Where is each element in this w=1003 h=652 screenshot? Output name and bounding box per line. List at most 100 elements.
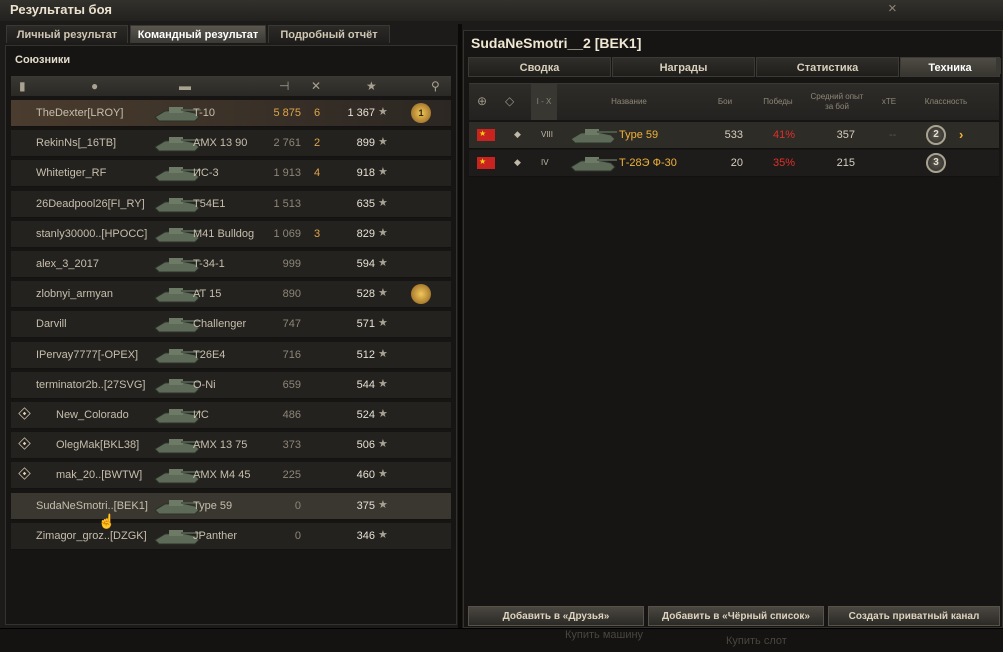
ally-row[interactable]: Zimagor_groz..[DZGK] JPanther 0 346 ★: [11, 522, 451, 550]
star-icon: ★: [378, 106, 388, 118]
player-name: 26Deadpool26[FI_RY]: [36, 197, 145, 210]
player-title: SudaNeSmotri__2 [BEK1]: [471, 35, 642, 51]
player-name: OlegMak[BKL38]: [56, 439, 140, 452]
platoon-icon: [18, 407, 31, 420]
damage-value: 0: [294, 499, 301, 512]
scrollbar[interactable]: [996, 58, 1001, 74]
nation-col-icon[interactable]: ⊕: [477, 94, 487, 108]
vehicle-name: T54E1: [193, 197, 226, 210]
tab-vehicles[interactable]: Техника: [900, 57, 1000, 77]
damage-value: 2 761: [273, 137, 301, 150]
tab-detailed-report[interactable]: Подробный отчёт: [268, 25, 390, 43]
frags-value: 2: [314, 137, 321, 150]
medal-icon[interactable]: [411, 284, 431, 305]
close-icon[interactable]: ×: [888, 0, 897, 17]
ally-row[interactable]: Darvill Challenger 747 571 ★: [11, 311, 451, 339]
ally-row[interactable]: New_Colorado ИС 486 524 ★: [11, 402, 451, 429]
tab-statistics[interactable]: Статистика: [756, 57, 899, 77]
player-name: Whitetiger_RF: [36, 167, 107, 180]
player-name: alex_3_2017: [36, 258, 100, 270]
player-info-panel: SudaNeSmotri__2 [BEK1] Сводка Награды Ст…: [463, 30, 1003, 628]
frags-value: 6: [314, 107, 321, 119]
xp-col-icon[interactable]: ★: [366, 79, 377, 93]
ally-row[interactable]: zlobnyi_armyan AT 15 890 528 ★: [11, 281, 451, 309]
vehicle-name: Type 59: [193, 499, 233, 512]
damage-col-icon[interactable]: ⊣: [279, 79, 289, 93]
vehicle-name: Challenger: [193, 318, 247, 331]
player-actions: Добавить в «Друзья» Добавить в «Чёрный с…: [468, 606, 1000, 626]
vehicle-name: AMX 13 75: [193, 439, 248, 452]
type-col-icon[interactable]: ◇: [505, 94, 514, 108]
vehicle-type-icon: ◆: [514, 157, 521, 167]
frags-col-icon[interactable]: ✕: [311, 79, 321, 93]
star-icon: ★: [378, 528, 388, 541]
vehicle-name: ИС-3: [193, 167, 219, 180]
damage-value: 0: [294, 529, 301, 542]
ally-row[interactable]: terminator2b..[27SVG] O-Ni 659 544 ★: [11, 371, 451, 399]
tier-value: IV: [541, 158, 549, 167]
medals-col-icon[interactable]: ⚲: [431, 79, 440, 93]
player-name: terminator2b..[27SVG]: [36, 378, 146, 391]
xte-value: --: [889, 129, 897, 141]
name-col[interactable]: Название: [589, 84, 669, 120]
tab-awards[interactable]: Награды: [612, 57, 755, 77]
mastery-badge-icon: 3: [926, 153, 946, 173]
ally-row[interactable]: stanly30000..[HPOCC] M41 Bulldog 1 069 3 829…: [11, 220, 451, 248]
ally-row[interactable]: 26Deadpool26[FI_RY] T54E1 1 513 635 ★: [11, 190, 451, 218]
star-icon: ★: [378, 317, 388, 330]
player-col-icon[interactable]: ●: [91, 79, 98, 93]
vehicle-name: T-10: [193, 107, 216, 119]
add-friend-button[interactable]: Добавить в «Друзья»: [468, 606, 644, 626]
tank-icon: [567, 124, 619, 146]
window-titlebar: Результаты боя ×: [0, 0, 1003, 21]
ally-row[interactable]: SudaNeSmotri..[BEK1] Type 59 0 375 ★: [11, 492, 451, 520]
ally-row[interactable]: OlegMak[BKL38] AMX 13 75 373 506 ★: [11, 432, 451, 460]
ally-row[interactable]: IPervay7777[-OPEX] T26E4 716 512 ★: [11, 341, 451, 369]
player-name: stanly30000..[HPOCC]: [36, 227, 148, 240]
mastery-col[interactable]: Классность: [916, 84, 976, 120]
ally-row[interactable]: mak_20..[BWTW] AMX M4 45 225 460 ★: [11, 462, 451, 490]
wins-col[interactable]: Победы: [755, 84, 801, 120]
ally-row[interactable]: RekinNs[_16TB] AMX 13 90 2 761 2 899 ★: [11, 130, 451, 158]
add-blacklist-button[interactable]: Добавить в «Чёрный список»: [648, 606, 824, 626]
avg-xp-value: 215: [836, 157, 855, 169]
damage-value: 373: [282, 439, 301, 452]
star-icon: ★: [378, 136, 388, 149]
medal-icon[interactable]: 1: [411, 103, 431, 123]
private-channel-button[interactable]: Создать приватный канал: [828, 606, 1000, 626]
frags-value: 3: [314, 227, 321, 240]
ally-row[interactable]: Whitetiger_RF ИС-3 1 913 4 918 ★: [11, 160, 451, 188]
vehicle-row[interactable]: ★ ◆ VIII Type 59 533 41% 357 -- 2 ›: [469, 122, 999, 149]
vehicle-name: AMX M4 45: [193, 469, 251, 482]
tab-team-result[interactable]: Командный результат: [130, 25, 266, 43]
tier-col[interactable]: I - X: [531, 84, 557, 120]
xp-value: 375: [356, 499, 375, 512]
chevron-right-icon[interactable]: ›: [959, 127, 963, 142]
ally-row[interactable]: alex_3_2017 T-34-1 999 594 ★: [11, 251, 451, 278]
star-icon: ★: [378, 438, 388, 451]
platoon-col-icon[interactable]: ▮: [19, 79, 26, 93]
vehicle-col-icon[interactable]: ▬: [179, 79, 191, 93]
vehicle-name: Т-28Э Ф-30: [619, 157, 677, 169]
star-icon: ★: [378, 408, 388, 420]
damage-value: 716: [282, 348, 301, 361]
damage-value: 1 069: [273, 227, 301, 240]
battle-results-window: Результаты боя × Личный результат Команд…: [0, 0, 1003, 629]
star-icon: ★: [378, 166, 388, 179]
tab-personal-result[interactable]: Личный результат: [6, 25, 128, 43]
window-title: Результаты боя: [10, 2, 112, 17]
player-name: RekinNs[_16TB]: [36, 137, 117, 150]
xp-value: 594: [356, 258, 375, 270]
mouse-cursor-icon: ☝: [98, 513, 116, 529]
damage-value: 225: [282, 469, 301, 482]
avg-xp-col[interactable]: Средний опыт за бой: [809, 84, 865, 120]
xte-col[interactable]: xTE: [874, 84, 904, 120]
tab-summary[interactable]: Сводка: [468, 57, 611, 77]
buy-slot-ghost: Купить слот: [726, 635, 787, 647]
battles-col[interactable]: Бои: [705, 84, 745, 120]
ally-row[interactable]: TheDexter[LROY] T-10 5 875 6 1 367 ★ 1: [11, 100, 451, 127]
player-tabs: Сводка Награды Статистика Техника: [468, 57, 1000, 77]
vehicle-type-icon: ◆: [514, 129, 521, 139]
xp-value: 829: [356, 227, 375, 240]
vehicle-row[interactable]: ★ ◆ IV Т-28Э Ф-30 20 35% 215 3: [469, 150, 999, 177]
